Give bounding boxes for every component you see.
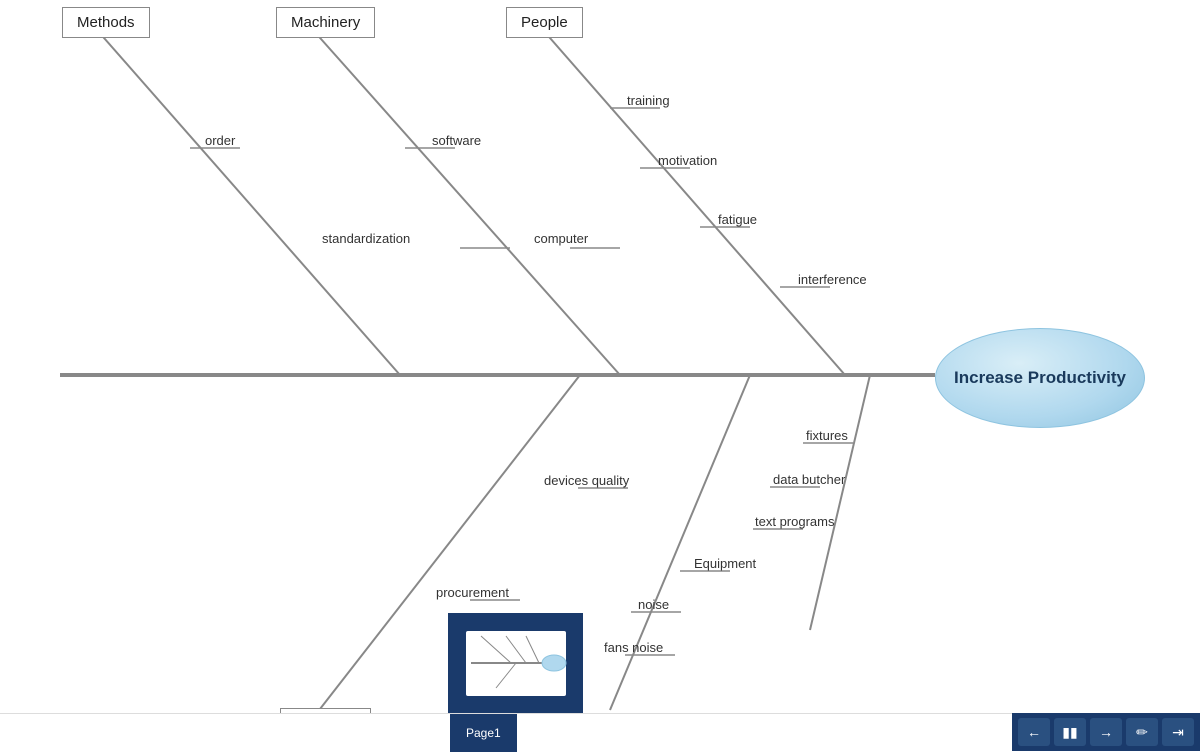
label-data-butcher: data butcher xyxy=(773,472,845,487)
label-fixtures: fixtures xyxy=(806,428,848,443)
label-motivation: motivation xyxy=(658,153,717,168)
label-devices-quality: devices quality xyxy=(544,473,629,488)
nav-pause-button[interactable]: ▮▮ xyxy=(1054,718,1086,746)
people-box: People xyxy=(506,7,583,38)
label-procurement: procurement xyxy=(436,585,509,600)
nav-buttons: ← ▮▮ → ✏ ⇥ xyxy=(1012,713,1200,751)
label-equipment: Equipment xyxy=(694,556,756,571)
nav-exit-button[interactable]: ⇥ xyxy=(1162,718,1194,746)
methods-box: Methods xyxy=(62,7,150,38)
label-order: order xyxy=(205,133,235,148)
page-tab[interactable]: Page1 xyxy=(450,714,517,752)
label-standardization: standardization xyxy=(322,231,410,246)
label-fans-noise: fans noise xyxy=(604,640,663,655)
label-text-programs: text programs xyxy=(755,514,834,529)
label-training: training xyxy=(627,93,670,108)
label-noise: noise xyxy=(638,597,669,612)
nav-forward-button[interactable]: → xyxy=(1090,718,1122,746)
thumbnail-preview xyxy=(448,613,583,713)
label-interference: interference xyxy=(798,272,867,287)
bottom-bar: Page1 ← ▮▮ → ✏ ⇥ xyxy=(0,713,1200,751)
nav-back-button[interactable]: ← xyxy=(1018,718,1050,746)
machinery-box: Machinery xyxy=(276,7,375,38)
label-computer: computer xyxy=(534,231,588,246)
label-fatigue: fatigue xyxy=(718,212,757,227)
label-software: software xyxy=(432,133,481,148)
effect-ellipse: Increase Productivity xyxy=(935,328,1145,428)
nav-pin-button[interactable]: ✏ xyxy=(1126,718,1158,746)
